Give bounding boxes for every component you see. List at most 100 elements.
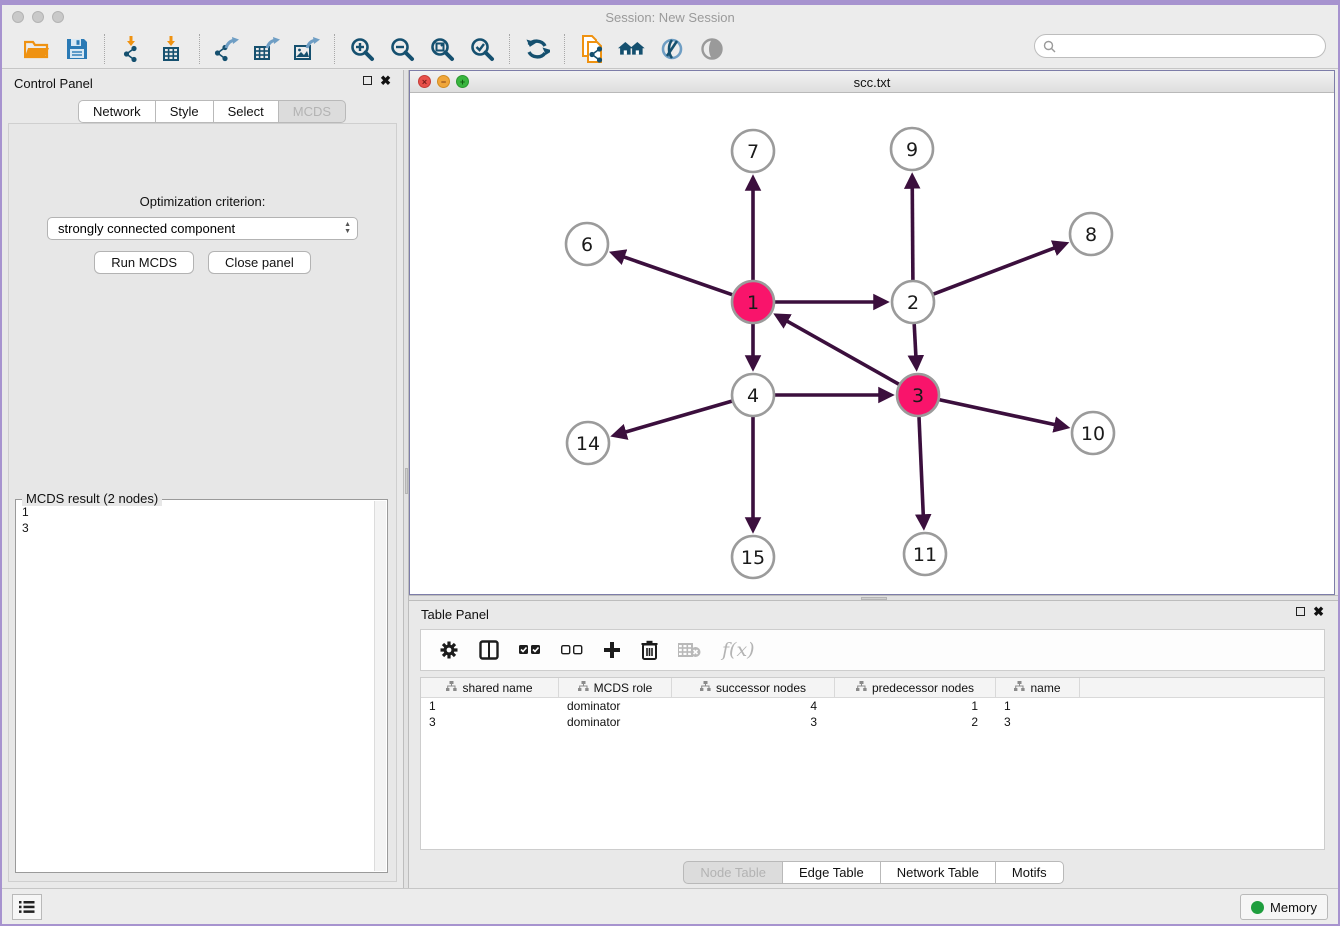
clone-network-button[interactable] xyxy=(575,33,609,65)
memory-button[interactable]: Memory xyxy=(1240,894,1328,920)
cell-successor-nodes[interactable]: 3 xyxy=(672,714,835,730)
float-panel-icon[interactable] xyxy=(1296,607,1305,616)
node-14[interactable]: 14 xyxy=(567,422,609,464)
edge-3-1[interactable] xyxy=(778,316,899,384)
cell-shared-name[interactable]: 3 xyxy=(421,714,559,730)
tab-mcds[interactable]: MCDS xyxy=(278,100,346,123)
tab-edge-table[interactable]: Edge Table xyxy=(782,861,880,884)
result-scrollbar[interactable] xyxy=(374,501,386,871)
select-all-button[interactable] xyxy=(519,634,541,666)
hierarchy-icon xyxy=(700,681,711,695)
close-panel-icon[interactable]: ✖ xyxy=(1313,607,1324,616)
task-history-button[interactable] xyxy=(12,894,42,920)
zoom-out-button[interactable] xyxy=(385,33,419,65)
node-15[interactable]: 15 xyxy=(732,536,774,578)
cell-shared-name[interactable]: 1 xyxy=(421,698,559,714)
column-header-MCDS-role[interactable]: MCDS role xyxy=(559,678,672,697)
node-6[interactable]: 6 xyxy=(566,223,608,265)
table-row[interactable]: 3dominator323 xyxy=(421,714,1324,730)
save-session-button[interactable] xyxy=(60,33,94,65)
node-11[interactable]: 11 xyxy=(904,533,946,575)
open-session-button[interactable] xyxy=(20,33,54,65)
svg-text:14: 14 xyxy=(576,433,600,455)
cell-predecessor-nodes[interactable]: 1 xyxy=(835,698,996,714)
column-header-successor-nodes[interactable]: successor nodes xyxy=(672,678,835,697)
close-panel-button[interactable]: Close panel xyxy=(208,251,311,274)
tab-style[interactable]: Style xyxy=(155,100,213,123)
table-header-row: shared nameMCDS rolesuccessor nodesprede… xyxy=(421,678,1324,698)
zoom-fit-icon xyxy=(429,36,455,62)
node-9[interactable]: 9 xyxy=(891,128,933,170)
criterion-dropdown[interactable]: strongly connected component ▲▼ xyxy=(47,217,358,240)
svg-text:1: 1 xyxy=(747,292,759,314)
edge-3-11[interactable] xyxy=(919,417,924,525)
mcds-result-group: MCDS result (2 nodes) 1 3 xyxy=(15,499,388,873)
show-graphics-details-button[interactable] xyxy=(695,33,729,65)
cell-name[interactable]: 1 xyxy=(996,698,1080,714)
tab-network-table[interactable]: Network Table xyxy=(880,861,995,884)
cell-predecessor-nodes[interactable]: 2 xyxy=(835,714,996,730)
application-window: Session: New Session Control Panel ✖ Net… xyxy=(0,0,1340,926)
cell-MCDS-role[interactable]: dominator xyxy=(559,714,672,730)
cell-successor-nodes[interactable]: 4 xyxy=(672,698,835,714)
delete-row-button[interactable] xyxy=(641,634,658,666)
node-10[interactable]: 10 xyxy=(1072,412,1114,454)
float-panel-icon[interactable] xyxy=(363,76,372,85)
tab-select[interactable]: Select xyxy=(213,100,278,123)
node-7[interactable]: 7 xyxy=(732,130,774,172)
edge-2-9[interactable] xyxy=(912,178,913,280)
save-session-icon xyxy=(65,37,89,61)
import-network-button[interactable] xyxy=(115,33,149,65)
zoom-fit-button[interactable] xyxy=(425,33,459,65)
edge-2-3[interactable] xyxy=(914,324,916,366)
home-button[interactable] xyxy=(615,33,649,65)
deselect-all-icon xyxy=(561,645,583,655)
zoom-in-button[interactable] xyxy=(345,33,379,65)
splitter-grip[interactable] xyxy=(861,597,887,600)
refresh-button[interactable] xyxy=(520,33,554,65)
tab-motifs[interactable]: Motifs xyxy=(995,861,1064,884)
edge-2-8[interactable] xyxy=(934,244,1064,294)
zoom-selected-button[interactable] xyxy=(465,33,499,65)
export-table-button[interactable] xyxy=(250,33,284,65)
close-panel-icon[interactable]: ✖ xyxy=(380,76,391,85)
edge-3-10[interactable] xyxy=(940,400,1065,427)
deselect-all-button[interactable] xyxy=(561,634,583,666)
run-mcds-button[interactable]: Run MCDS xyxy=(94,251,194,274)
cell-name[interactable]: 3 xyxy=(996,714,1080,730)
network-window-titlebar[interactable]: × − + scc.txt xyxy=(410,71,1334,93)
node-1[interactable]: 1 xyxy=(732,281,774,323)
hide-graphics-details-button[interactable] xyxy=(655,33,689,65)
columns-button[interactable] xyxy=(479,634,499,666)
table-panel-tabs: Node TableEdge TableNetwork TableMotifs xyxy=(409,861,1338,884)
column-header-predecessor-nodes[interactable]: predecessor nodes xyxy=(835,678,996,697)
node-2[interactable]: 2 xyxy=(892,281,934,323)
table-row[interactable]: 1dominator411 xyxy=(421,698,1324,714)
export-image-button[interactable] xyxy=(290,33,324,65)
search-box[interactable] xyxy=(1034,34,1326,58)
import-table-button[interactable] xyxy=(155,33,189,65)
optimization-criterion-label: Optimization criterion: xyxy=(9,194,396,209)
import-network-icon xyxy=(120,36,144,62)
splitter-grip[interactable] xyxy=(405,468,408,494)
node-8[interactable]: 8 xyxy=(1070,213,1112,255)
export-network-button[interactable] xyxy=(210,33,244,65)
memory-status-icon xyxy=(1251,901,1264,914)
cell-MCDS-role[interactable]: dominator xyxy=(559,698,672,714)
hierarchy-icon xyxy=(856,681,867,695)
search-input[interactable] xyxy=(1056,36,1325,56)
network-canvas[interactable]: 7 9 6 8 1 2 4 3 14 10 15 11 xyxy=(410,93,1334,594)
tab-node-table[interactable]: Node Table xyxy=(683,861,782,884)
edge-1-6[interactable] xyxy=(614,254,732,295)
edge-4-14[interactable] xyxy=(616,401,732,435)
function-button: f(x) xyxy=(722,634,755,666)
tab-network[interactable]: Network xyxy=(78,100,155,123)
gear-button[interactable] xyxy=(439,634,459,666)
column-header-name[interactable]: name xyxy=(996,678,1080,697)
node-3[interactable]: 3 xyxy=(897,374,939,416)
node-table[interactable]: shared nameMCDS rolesuccessor nodesprede… xyxy=(420,677,1325,850)
node-4[interactable]: 4 xyxy=(732,374,774,416)
column-header-shared-name[interactable]: shared name xyxy=(421,678,559,697)
add-row-button[interactable] xyxy=(603,634,621,666)
hierarchy-icon xyxy=(578,681,589,695)
